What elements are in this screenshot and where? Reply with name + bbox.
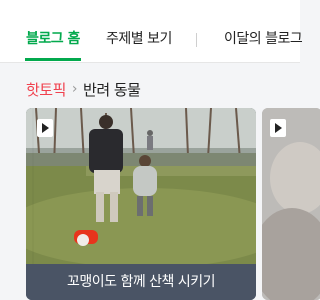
tab-blog-home[interactable]: 블로그 홈: [26, 30, 80, 48]
tab-monthly-blog[interactable]: 이달의 블로그: [224, 30, 303, 48]
tab-divider: [196, 33, 197, 47]
video-caption: 꼬맹이도 함께 산책 시키기: [26, 264, 256, 300]
play-icon: [270, 119, 286, 137]
breadcrumb-hot-topic[interactable]: 핫토픽: [26, 79, 66, 100]
top-nav: 블로그 홈 주제별 보기 이달의 블로그: [0, 0, 303, 63]
tab-by-topic[interactable]: 주제별 보기: [106, 30, 172, 48]
video-card-partial[interactable]: [262, 108, 320, 300]
active-tab-indicator: [25, 58, 81, 61]
play-icon: [37, 119, 53, 137]
breadcrumb-category[interactable]: 반려 동물: [83, 79, 141, 100]
video-card[interactable]: 꼬맹이도 함께 산책 시키기: [26, 108, 256, 300]
chevron-right-icon: ›: [71, 81, 78, 97]
breadcrumb: 핫토픽 › 반려 동물: [26, 79, 141, 100]
